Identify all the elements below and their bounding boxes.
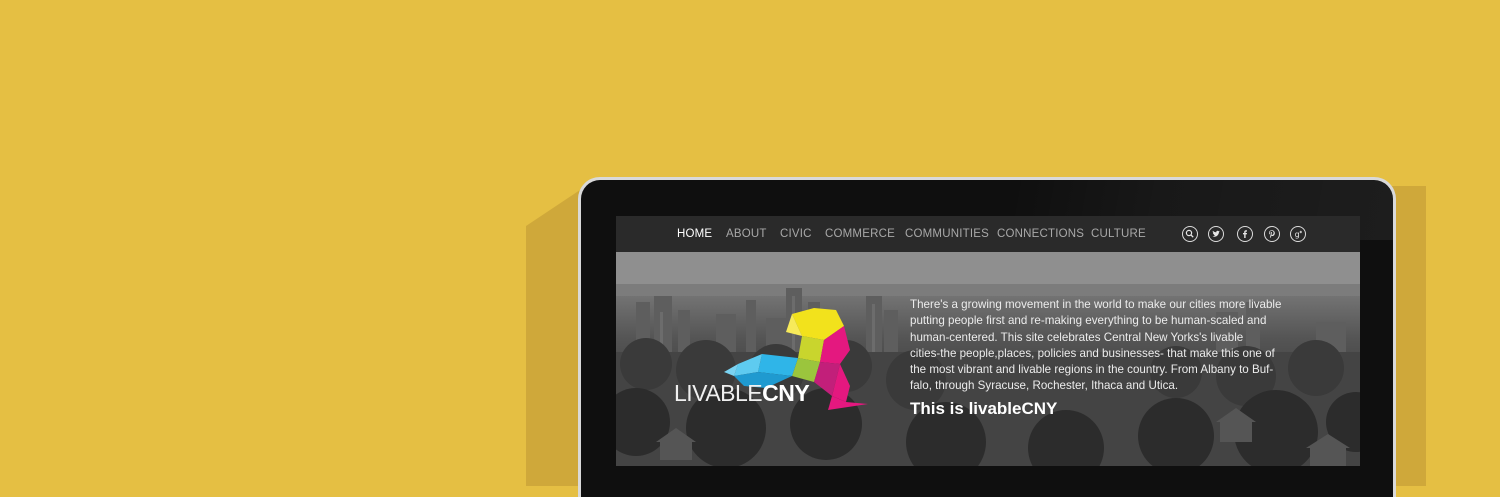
facebook-icon[interactable] [1237,226,1253,242]
nav-item-connections[interactable]: CONNECTIONS [997,228,1084,240]
livablecny-logo[interactable]: LIVABLECNY [674,306,874,426]
nav-item-culture[interactable]: CULTURE [1091,228,1146,240]
logo-text-livable: LIVABLE [674,380,763,406]
laptop-screen: HOME ABOUT CIVIC COMMERCE COMMUNITIES CO… [616,216,1360,466]
nav-item-about[interactable]: ABOUT [726,228,767,240]
logo-mark [724,308,868,410]
nav-item-commerce[interactable]: COMMERCE [825,228,895,240]
site-navbar: HOME ABOUT CIVIC COMMERCE COMMUNITIES CO… [616,216,1360,252]
hero-description-line: the most vibrant and livable regions in … [910,363,1274,377]
logo-wordmark: LIVABLECNY [674,380,810,407]
twitter-icon[interactable] [1208,226,1224,242]
hero-section: LIVABLECNY There's a growing movement in… [616,252,1360,466]
logo-text-cny: CNY [762,380,810,406]
nav-item-civic[interactable]: CIVIC [780,228,812,240]
svg-text:g: g [1295,230,1300,239]
hero-description: There's a growing movement in the world … [910,297,1310,395]
search-icon[interactable] [1182,226,1198,242]
hero-description-line: putting people first and re-making every… [910,314,1267,328]
google-plus-icon[interactable]: g [1290,226,1306,242]
hero-description-line: human-centered. This site celebrates Cen… [910,330,1244,344]
pinterest-icon[interactable] [1264,226,1280,242]
nav-item-home[interactable]: HOME [677,228,712,240]
hero-description-line: falo, through Syracuse, Rochester, Ithac… [910,379,1179,393]
hero-description-line: There's a growing movement in the world … [910,298,1282,311]
hero-description-line: cities-the people,places, policies and b… [910,346,1275,360]
hero-tagline: This is livableCNY [910,399,1058,418]
nav-item-communities[interactable]: COMMUNITIES [905,228,989,240]
